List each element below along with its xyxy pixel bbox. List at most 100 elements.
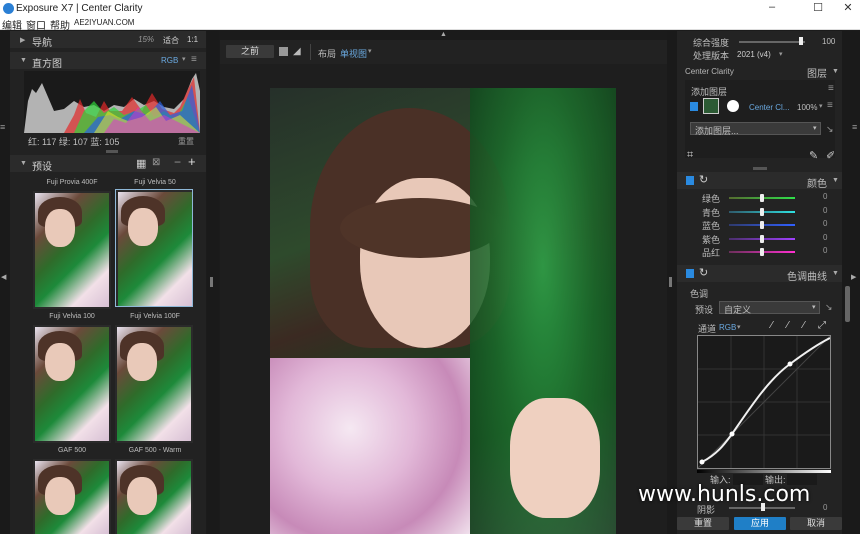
layer-thumbnail[interactable]: [703, 98, 719, 114]
close-icon[interactable]: ✕: [838, 1, 858, 14]
tone-curve-header[interactable]: ↻ 色调曲线 ▼: [677, 265, 842, 283]
split-view-icon[interactable]: ◢: [293, 46, 301, 57]
menu-window[interactable]: 窗口: [26, 17, 46, 32]
eyedropper-white-icon[interactable]: ⁄: [803, 320, 805, 331]
menu-help[interactable]: 帮助: [50, 17, 70, 32]
compare-square-icon[interactable]: [279, 47, 288, 56]
layer-name[interactable]: Center Cl...: [749, 103, 789, 112]
dropdown-icon[interactable]: ▾: [737, 323, 741, 331]
slider-knob[interactable]: [760, 194, 764, 202]
one-to-one-button[interactable]: 1:1: [187, 35, 198, 44]
channel-label: 通道: [698, 324, 717, 334]
add-preset-icon[interactable]: +: [188, 154, 196, 169]
color-slider-value[interactable]: 0: [823, 192, 827, 201]
remove-preset-icon[interactable]: −: [174, 155, 181, 169]
process-version-select[interactable]: 2021 (v4): [737, 50, 771, 59]
fit-button[interactable]: 适合: [163, 35, 179, 46]
minimize-icon[interactable]: –: [762, 1, 782, 13]
eyedropper-black-icon[interactable]: ⁄: [771, 320, 773, 331]
edge-menu-icon[interactable]: ≡: [852, 122, 857, 132]
shadow-value[interactable]: 0: [823, 503, 827, 512]
channel-select[interactable]: RGB: [719, 323, 736, 332]
eyedropper-gray-icon[interactable]: ⁄: [787, 320, 789, 331]
list-view-icon[interactable]: ⊠: [152, 157, 160, 168]
preset-thumbnail[interactable]: [33, 191, 111, 309]
pen-icon[interactable]: ✎: [809, 149, 818, 162]
top-collapse-bar[interactable]: ▲: [220, 31, 667, 40]
histogram-header[interactable]: ▼ 直方图 RGB ▾ ≡: [10, 52, 206, 70]
menu-edit[interactable]: 编辑: [2, 17, 22, 32]
curve-action-icon[interactable]: ↘: [825, 302, 833, 313]
tone-curve-graph[interactable]: [697, 335, 831, 469]
grid-view-icon[interactable]: ▦: [136, 157, 146, 170]
crop-icon[interactable]: ⌗: [687, 149, 693, 162]
apply-button[interactable]: 应用: [734, 517, 786, 530]
collapse-left-icon[interactable]: ◀: [1, 273, 6, 281]
slider-knob[interactable]: [760, 207, 764, 216]
dropdown-icon[interactable]: ▾: [819, 102, 823, 110]
reset-icon[interactable]: ↻: [699, 266, 708, 279]
preset-label: GAF 500 - Warm: [128, 447, 182, 454]
layout-select[interactable]: 单视图: [340, 47, 367, 60]
expand-curve-icon[interactable]: ⤢: [818, 320, 826, 331]
collapse-icon[interactable]: ▼: [832, 68, 839, 75]
zoom-level[interactable]: 15%: [138, 35, 154, 44]
slider-knob[interactable]: [799, 37, 803, 45]
expand-icon: ▶: [20, 37, 26, 44]
splitter-handle[interactable]: [210, 277, 213, 287]
presets-header[interactable]: ▼ 预设 ▦ ⊠ − +: [10, 154, 206, 173]
overall-strength-value[interactable]: 100: [822, 37, 835, 46]
dropdown-icon[interactable]: ▾: [779, 50, 783, 58]
curve-preset-select[interactable]: 自定义 ▾: [719, 301, 820, 315]
layer-action-icon[interactable]: ↘: [826, 124, 834, 135]
layer-mask-icon[interactable]: [727, 100, 739, 112]
menu-icon[interactable]: ≡: [828, 83, 834, 94]
panel-splitter[interactable]: [753, 167, 767, 170]
preset-thumbnail[interactable]: [33, 325, 111, 443]
cancel-button[interactable]: 取消: [790, 517, 842, 530]
left-splitter[interactable]: [207, 31, 219, 534]
menu-icon[interactable]: ≡: [827, 100, 833, 111]
collapse-icon[interactable]: ▼: [832, 177, 839, 184]
dropdown-icon[interactable]: ▾: [182, 55, 186, 63]
color-slider-value[interactable]: 0: [823, 219, 827, 228]
navigator-header[interactable]: ▶ 导航 15% 适合 1:1: [10, 31, 206, 49]
color-slider-value[interactable]: 0: [823, 233, 827, 242]
panel-splitter[interactable]: [106, 150, 118, 153]
brush-icon[interactable]: ✐: [826, 149, 835, 162]
menu-icon[interactable]: ≡: [191, 54, 197, 65]
preset-thumbnail-selected[interactable]: [115, 189, 193, 307]
layers-label[interactable]: 图层: [807, 65, 827, 80]
layer-opacity[interactable]: 100%: [797, 103, 817, 112]
color-slider-value[interactable]: 0: [823, 246, 827, 255]
slider-knob[interactable]: [760, 221, 764, 229]
edge-menu-icon[interactable]: ≡: [0, 122, 5, 132]
color-header[interactable]: ↻ 颜色 ▼: [677, 172, 842, 190]
histogram-channel-select[interactable]: RGB: [161, 56, 178, 65]
reset-button[interactable]: 重置: [677, 517, 729, 530]
preset-thumbnail[interactable]: [115, 325, 193, 443]
histogram-reset-button[interactable]: 重置: [178, 136, 194, 147]
collapse-right-icon[interactable]: ▶: [851, 273, 856, 281]
maximize-icon[interactable]: ☐: [808, 1, 828, 14]
menu-site[interactable]: AE2IYUAN.COM: [74, 18, 134, 27]
slider-knob[interactable]: [760, 248, 764, 256]
panel-toggle-icon[interactable]: [686, 269, 694, 278]
splitter-handle[interactable]: [669, 277, 672, 287]
before-button[interactable]: 之前: [226, 45, 274, 58]
overall-strength-slider[interactable]: [739, 41, 805, 43]
collapse-top-icon[interactable]: ▲: [440, 31, 447, 38]
slider-knob[interactable]: [760, 234, 764, 243]
preset-thumbnail[interactable]: [33, 459, 111, 534]
collapse-icon[interactable]: ▼: [832, 270, 839, 277]
right-scrollbar[interactable]: [845, 286, 850, 322]
layer-visibility-icon[interactable]: [690, 102, 698, 111]
preset-label: Fuji Provia 400F: [46, 179, 98, 186]
main-photo[interactable]: [270, 88, 616, 534]
preset-thumbnail[interactable]: [115, 459, 193, 534]
reset-icon[interactable]: ↻: [699, 173, 708, 186]
color-slider-value[interactable]: 0: [823, 206, 827, 215]
panel-toggle-icon[interactable]: [686, 176, 694, 185]
add-layer-select[interactable]: 添加图层... ▾: [690, 122, 821, 136]
dropdown-icon[interactable]: ▾: [368, 47, 372, 55]
